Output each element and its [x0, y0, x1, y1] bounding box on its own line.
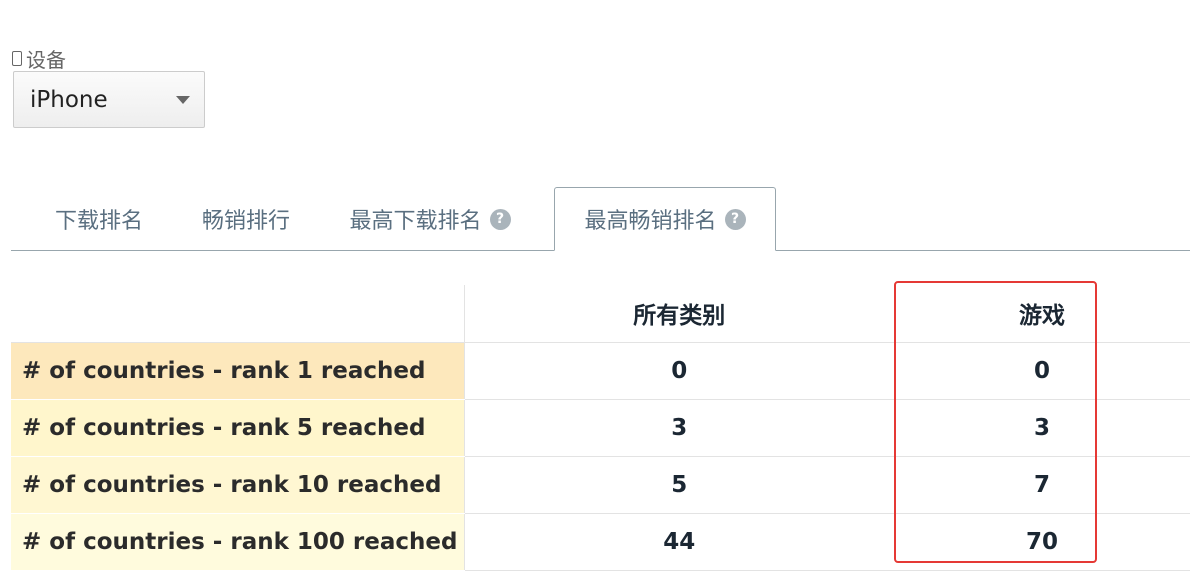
- cell-value: 5: [463, 456, 894, 514]
- tab-top-download-rank[interactable]: 最高下载排名 ?: [321, 187, 539, 251]
- table-row: # of countries - rank 10 reached 5 7: [11, 456, 1190, 514]
- column-header-games: 游戏: [894, 285, 1190, 343]
- tab-label: 下载排名: [54, 209, 143, 234]
- tab-download-rank[interactable]: 下载排名: [11, 187, 187, 251]
- cell-value: 70: [894, 513, 1190, 571]
- phone-icon: [12, 50, 22, 66]
- device-label-text: 设备: [26, 47, 66, 72]
- tab-grossing-rank[interactable]: 畅销排行: [187, 187, 305, 251]
- help-icon[interactable]: ?: [489, 208, 511, 230]
- cell-value: 3: [894, 399, 1190, 457]
- row-label: # of countries - rank 5 reached: [11, 399, 464, 457]
- rank-tabs: 下载排名 畅销排行 最高下载排名 ? 最高畅销排名 ?: [11, 187, 1190, 251]
- cell-value: 3: [463, 399, 894, 457]
- tab-top-grossing-rank[interactable]: 最高畅销排名 ?: [554, 187, 776, 251]
- device-label: 设备: [12, 46, 66, 72]
- cell-value: 0: [894, 342, 1190, 400]
- caret-down-icon: [176, 96, 190, 104]
- device-select[interactable]: iPhone: [13, 71, 205, 128]
- rank-table: 所有类别 游戏 # of countries - rank 1 reached …: [11, 285, 1190, 571]
- table-row: # of countries - rank 5 reached 3 3: [11, 399, 1190, 457]
- row-label: # of countries - rank 10 reached: [11, 456, 464, 514]
- row-label: # of countries - rank 100 reached: [11, 513, 464, 571]
- tab-label: 畅销排行: [201, 209, 290, 234]
- cell-value: 7: [894, 456, 1190, 514]
- device-select-value: iPhone: [30, 86, 108, 113]
- column-header-all-categories: 所有类别: [463, 285, 894, 343]
- table-header-row: 所有类别 游戏: [11, 285, 1190, 343]
- row-label: # of countries - rank 1 reached: [11, 342, 464, 400]
- header-blank-cell: [11, 285, 464, 343]
- tab-label: 最高下载排名: [349, 209, 482, 234]
- help-icon[interactable]: ?: [724, 208, 746, 230]
- table-row: # of countries - rank 1 reached 0 0: [11, 342, 1190, 400]
- cell-value: 0: [463, 342, 894, 400]
- tab-label: 最高畅销排名: [584, 209, 717, 234]
- cell-value: 44: [463, 513, 894, 571]
- table-row: # of countries - rank 100 reached 44 70: [11, 513, 1190, 571]
